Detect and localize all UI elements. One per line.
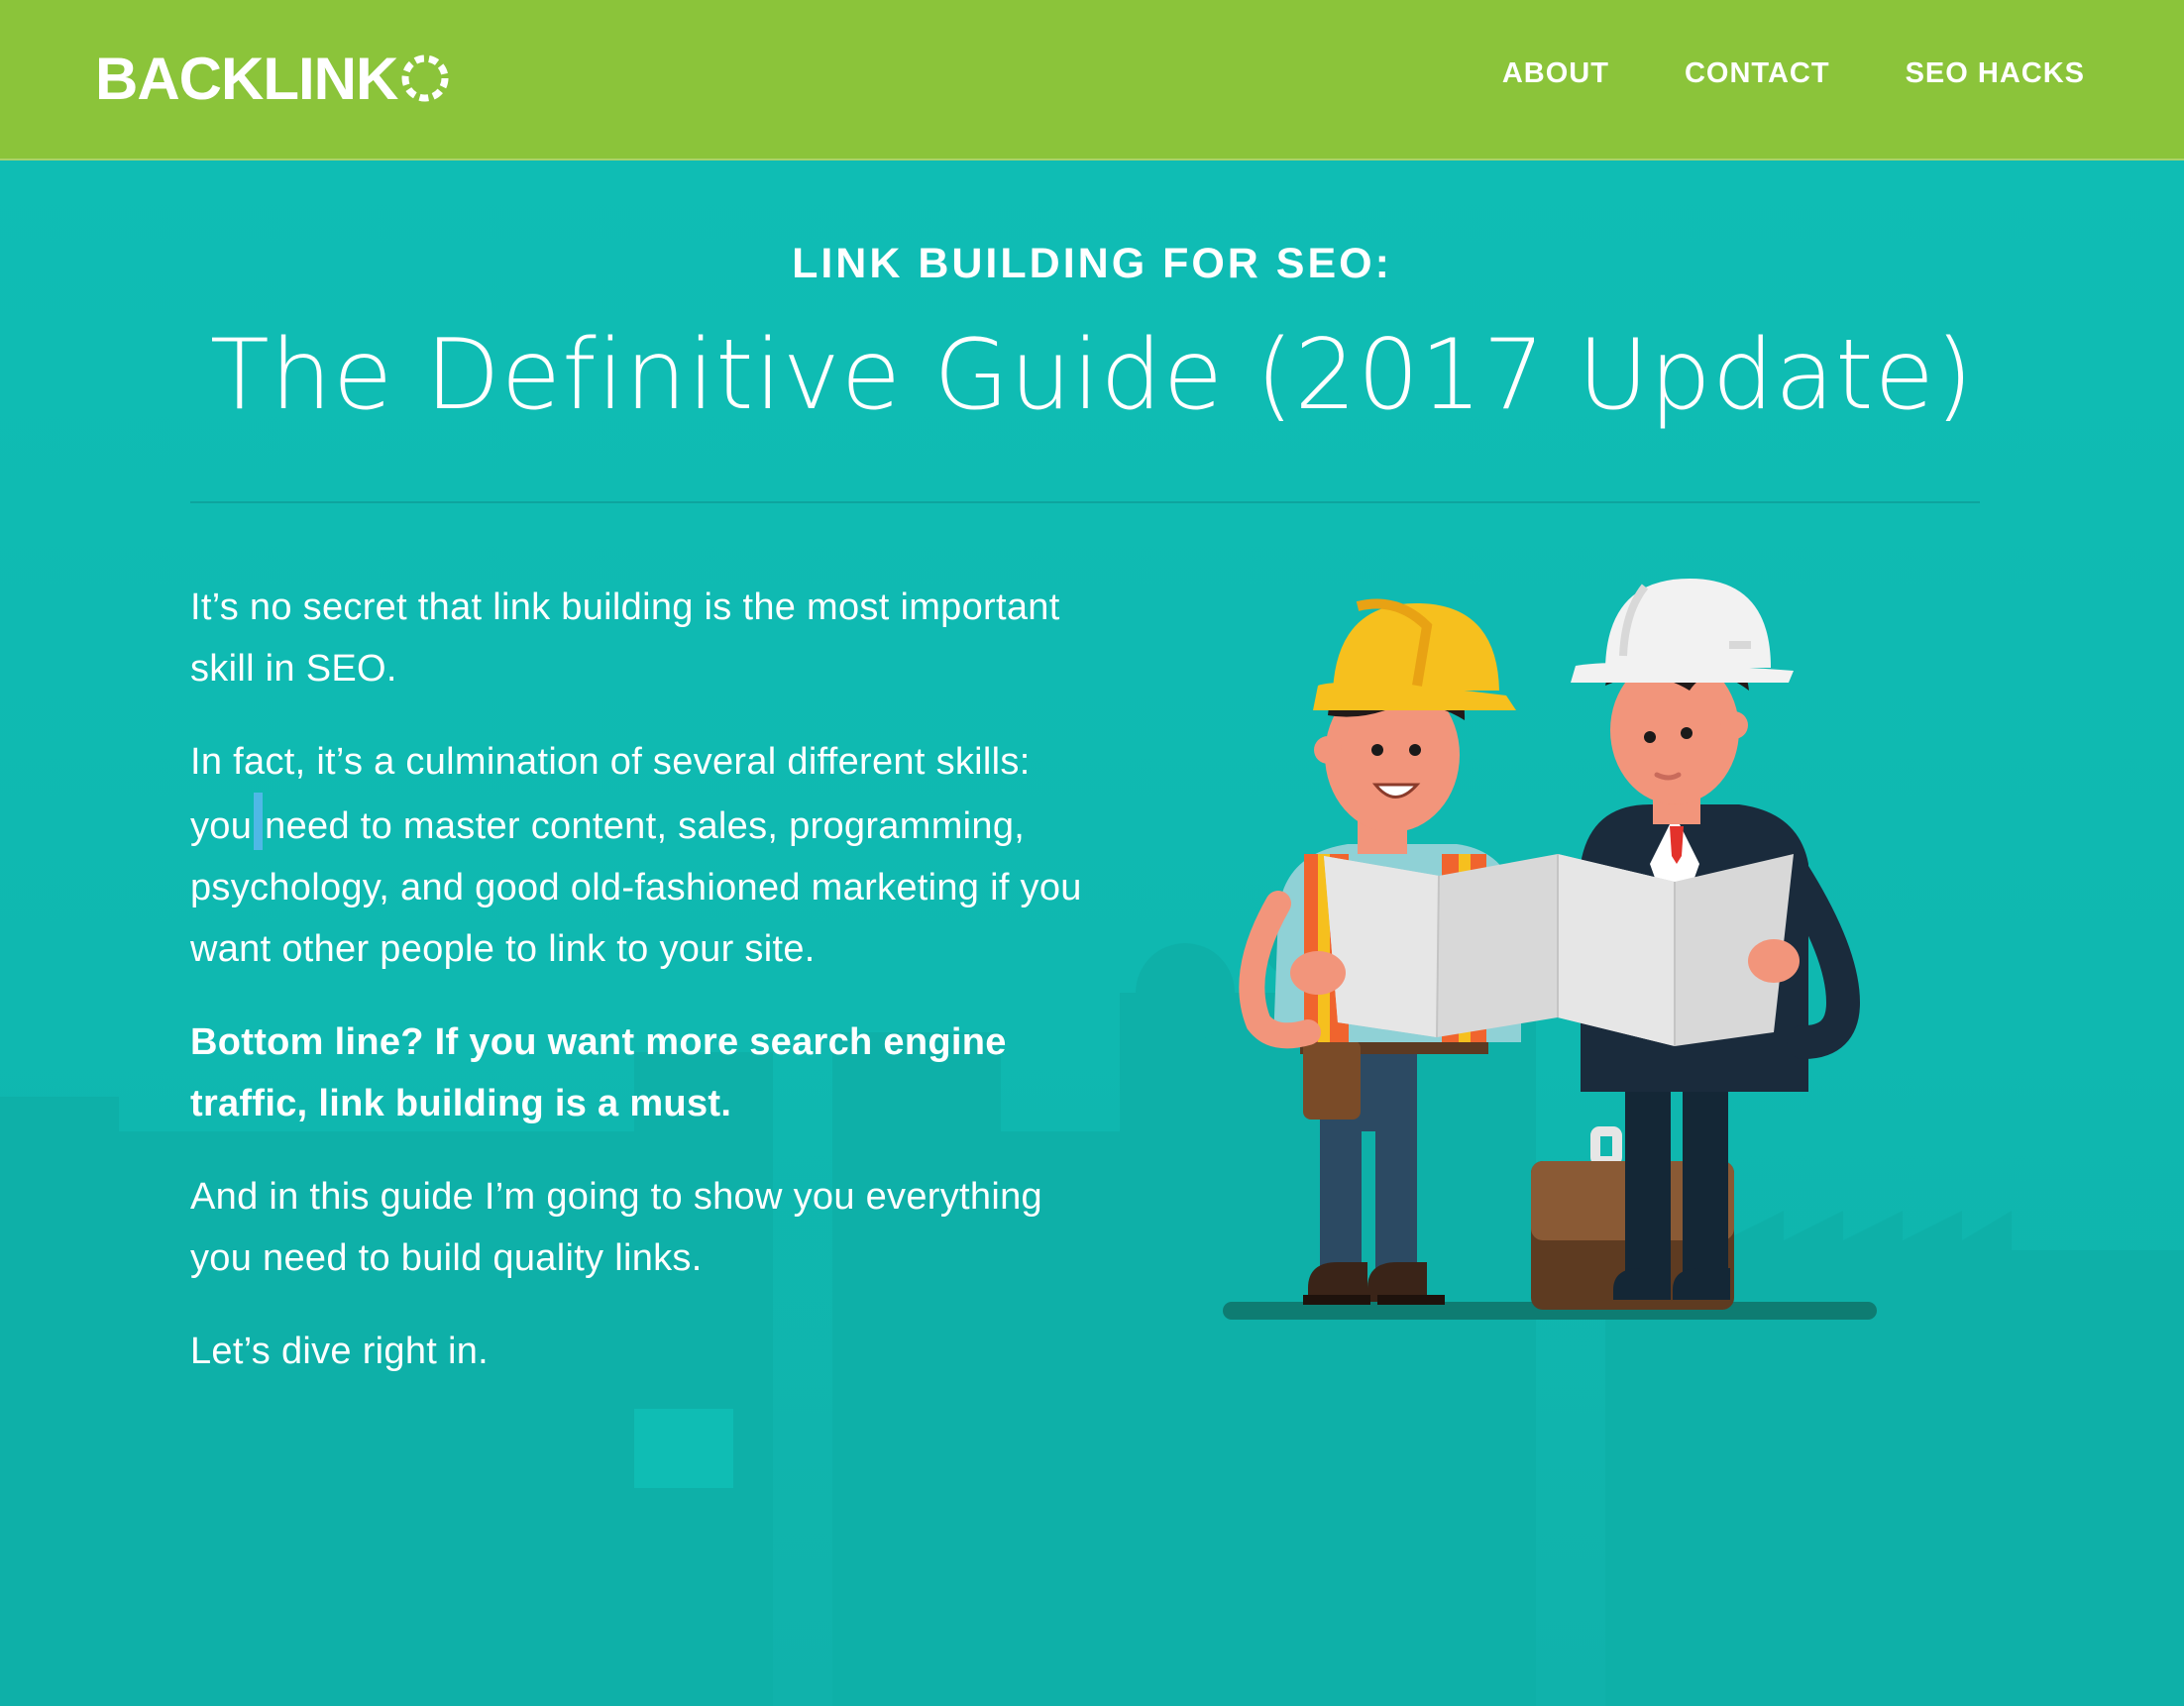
- article-eyebrow: LINK BUILDING FOR SEO:: [792, 240, 1392, 287]
- article-title: The Definitive Guide (2017 Update): [209, 319, 1975, 432]
- nav-seo-hacks[interactable]: SEO HACKS: [1906, 57, 2085, 90]
- intro-paragraph-1: It’s no secret that link building is the…: [190, 586, 1060, 690]
- blueprint-map: [1324, 854, 1794, 1046]
- left-hand: [1290, 951, 1346, 995]
- intro-paragraph-2: In fact, it’s a culmination of several d…: [190, 731, 1102, 980]
- backlinko-logo[interactable]: BACKLINK: [95, 45, 451, 112]
- right-hand: [1748, 939, 1800, 983]
- workers-illustration: [1223, 579, 1877, 1320]
- hero-section: LINK BUILDING FOR SEO: The Definitive Gu…: [0, 160, 2184, 1706]
- intro-copy: It’s no secret that link building is the…: [190, 577, 1102, 1414]
- logo-text: BACKLINK: [95, 45, 398, 112]
- intro-paragraph-bold: Bottom line? If you want more search eng…: [190, 1021, 1007, 1124]
- main-nav: ABOUT CONTACT SEO HACKS: [1502, 57, 2085, 90]
- paragraph-2-end: need to master content, sales, programmi…: [190, 805, 1082, 970]
- text-cursor: [254, 793, 264, 850]
- nav-about[interactable]: ABOUT: [1502, 57, 1609, 90]
- site-header: BACKLINK ABOUT CONTACT SEO HACKS: [0, 0, 2184, 160]
- intro-paragraph-4: And in this guide I’m going to show you …: [190, 1176, 1042, 1279]
- intro-paragraph-5: Let’s dive right in.: [190, 1331, 490, 1372]
- logo-ring-icon: [401, 54, 449, 102]
- title-divider: [190, 501, 1980, 503]
- nav-contact[interactable]: CONTACT: [1685, 57, 1830, 90]
